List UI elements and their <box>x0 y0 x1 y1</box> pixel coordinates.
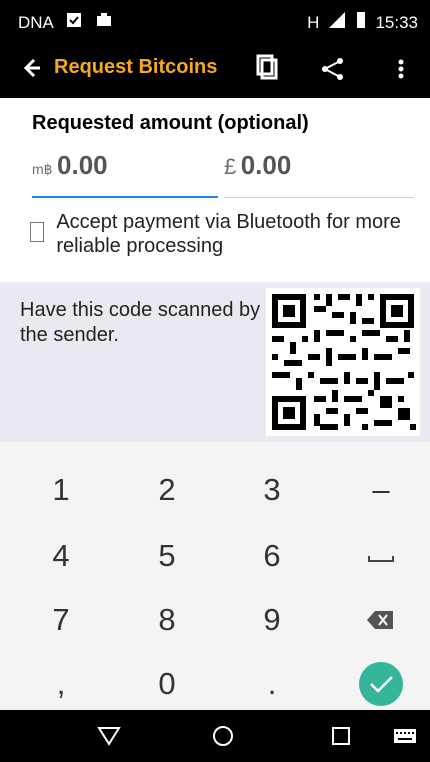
key-comma[interactable]: , <box>21 656 101 712</box>
fiat-amount-value[interactable]: 0.00 <box>241 150 292 180</box>
clock: 15:33 <box>375 12 418 32</box>
bitcoin-amount-field[interactable]: m฿ 0.00 <box>32 150 218 198</box>
status-right: H 15:33 <box>307 10 418 35</box>
briefcase-icon <box>94 10 114 35</box>
more-vert-icon[interactable] <box>386 54 416 84</box>
key-minus[interactable]: – <box>341 462 421 518</box>
back-triangle-icon[interactable] <box>96 723 122 749</box>
bluetooth-checkbox-label: Accept payment via Bluetooth for more re… <box>56 211 401 257</box>
qr-panel: Have this code scanned by the sender. <box>0 282 430 442</box>
keyboard-icon[interactable] <box>392 723 418 749</box>
key-5[interactable]: 5 <box>127 528 207 584</box>
key-7[interactable]: 7 <box>21 592 101 648</box>
clipboard-check-icon <box>64 10 84 35</box>
backspace-icon[interactable] <box>341 592 421 648</box>
key-8[interactable]: 8 <box>127 592 207 648</box>
qr-code <box>266 288 420 436</box>
bitcoin-amount-value[interactable]: 0.00 <box>57 150 108 180</box>
app-bar: Request Bitcoins <box>0 40 430 98</box>
bitcoin-prefix: m฿ <box>32 161 53 177</box>
bitcoin-field-underline <box>32 196 218 198</box>
page-title: Request Bitcoins <box>54 56 218 78</box>
key-2[interactable]: 2 <box>127 462 207 518</box>
key-9[interactable]: 9 <box>232 592 312 648</box>
requested-amount-heading: Requested amount (optional) <box>32 112 309 134</box>
key-dot[interactable]: . <box>232 656 312 712</box>
numeric-keypad: 1 2 3 – 4 5 6 7 8 9 , 0 . <box>0 442 430 710</box>
fiat-amount-field[interactable]: £ 0.00 <box>224 150 414 198</box>
bluetooth-option[interactable]: Accept payment via Bluetooth for more re… <box>30 210 410 258</box>
key-0[interactable]: 0 <box>127 656 207 712</box>
fiat-field-underline <box>224 197 414 198</box>
space-icon[interactable] <box>341 528 421 584</box>
bluetooth-checkbox[interactable] <box>30 222 45 242</box>
recents-square-icon[interactable] <box>328 723 354 749</box>
key-1[interactable]: 1 <box>21 462 101 518</box>
battery-icon <box>355 10 367 35</box>
carrier-label: DNA <box>18 12 54 32</box>
done-check-icon[interactable] <box>341 656 421 712</box>
signal-icon <box>327 10 347 35</box>
share-icon[interactable] <box>318 54 348 84</box>
copy-icon[interactable] <box>254 54 284 84</box>
home-circle-icon[interactable] <box>210 723 236 749</box>
key-3[interactable]: 3 <box>232 462 312 518</box>
key-6[interactable]: 6 <box>232 528 312 584</box>
status-left: DNA <box>18 10 114 35</box>
system-nav-bar <box>0 710 430 762</box>
qr-instruction: Have this code scanned by the sender. <box>20 299 261 346</box>
fiat-prefix: £ <box>224 154 237 179</box>
back-arrow-icon[interactable] <box>16 54 44 82</box>
status-bar: DNA H 15:33 <box>0 0 430 40</box>
key-4[interactable]: 4 <box>21 528 101 584</box>
network-type: H <box>307 12 320 32</box>
